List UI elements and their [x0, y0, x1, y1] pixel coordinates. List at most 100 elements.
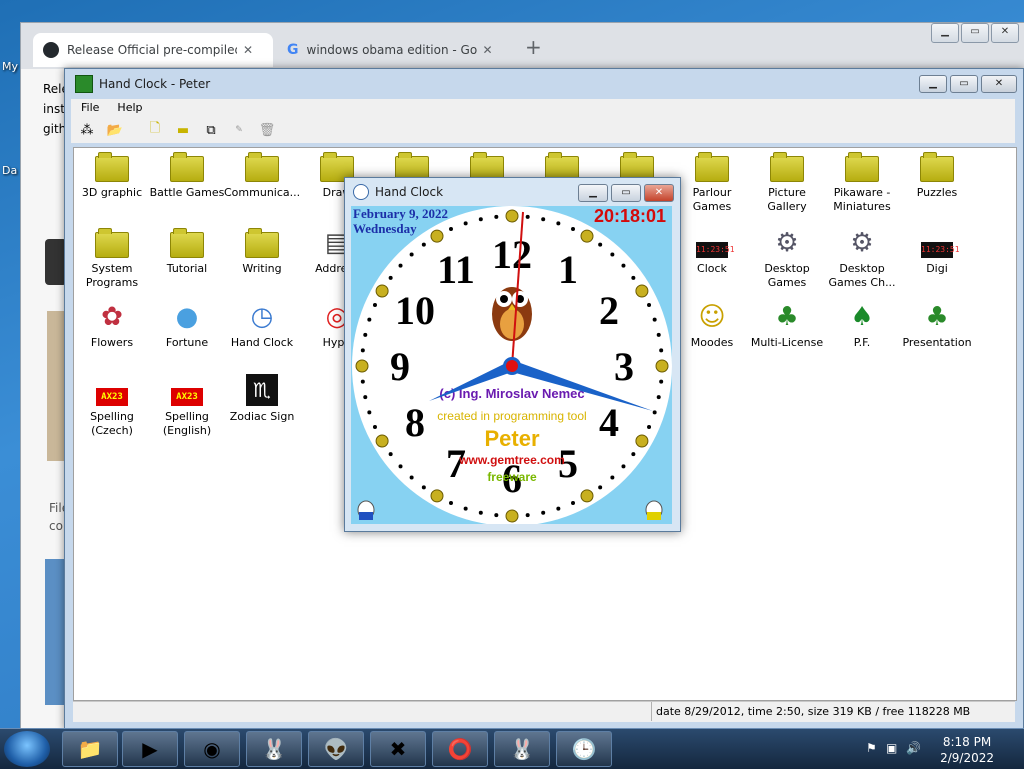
program-item[interactable]: 11:23:51 Digi: [899, 228, 975, 276]
open-folder-icon[interactable]: 📂: [103, 119, 127, 141]
window-controls: ▁ ▭ ✕: [916, 75, 1017, 93]
minute-tick: [367, 317, 372, 322]
x-app-icon[interactable]: ✖: [370, 731, 426, 767]
program-item[interactable]: Pikaware - Miniatures: [824, 152, 900, 214]
new-tab-button[interactable]: +: [525, 35, 542, 59]
taskbar-time: 8:18 PM: [942, 735, 992, 749]
program-item[interactable]: ♠ P.F.: [824, 302, 900, 350]
program-item[interactable]: Writing: [224, 228, 300, 276]
google-icon: G: [287, 42, 299, 58]
program-item[interactable]: Battle Games: [149, 152, 225, 200]
chrome-tab-google[interactable]: G windows obama edition - Google ✕: [277, 33, 517, 67]
program-item[interactable]: ✿ Flowers: [74, 302, 150, 350]
digital-clock-icon: 11:23:51: [921, 242, 960, 258]
hour-marker: [655, 359, 669, 373]
desktop-label-da[interactable]: Da: [2, 164, 17, 177]
program-item-label: Digi: [926, 262, 948, 275]
flower-icon: ✿: [101, 302, 123, 332]
program-item[interactable]: System Programs: [74, 228, 150, 290]
program-item[interactable]: ⚙ Desktop Games: [749, 228, 825, 290]
minute-tick: [494, 513, 499, 518]
program-item[interactable]: ♏ Zodiac Sign: [224, 374, 300, 424]
minute-tick: [556, 506, 561, 511]
hour-marker: [430, 229, 444, 243]
close-button[interactable]: ✕: [644, 184, 674, 202]
minute-tick: [652, 317, 657, 322]
chrome-icon[interactable]: ◉: [184, 731, 240, 767]
program-item[interactable]: AX23 Spelling (English): [149, 376, 225, 438]
minimize-button[interactable]: ▁: [931, 23, 959, 43]
program-item[interactable]: Tutorial: [149, 228, 225, 276]
new-file-icon[interactable]: 🗋: [143, 119, 167, 141]
program-item[interactable]: ♣ Multi-License: [749, 302, 825, 350]
program-item[interactable]: ♣ Presentation: [899, 302, 975, 350]
smiley-icon: ☺: [698, 302, 726, 332]
bunny-icon[interactable]: 🐰: [494, 731, 550, 767]
chrome-tabstrip: Release Official pre-compiled ins ✕ G wi…: [21, 23, 1024, 69]
rename-icon[interactable]: ✎: [227, 119, 251, 141]
program-item[interactable]: ☺ Moodes: [674, 302, 750, 350]
christmas-tree-icon: ♠: [850, 302, 874, 332]
bunny-icon[interactable]: 🐰: [246, 731, 302, 767]
alien-icon[interactable]: 👽: [308, 731, 364, 767]
new-folder-icon[interactable]: ▬: [171, 119, 195, 141]
explorer-icon[interactable]: 📁: [62, 731, 118, 767]
minute-tick: [541, 217, 546, 222]
peter-titlebar[interactable]: Hand Clock - Peter: [65, 69, 1023, 99]
desktop-label-my[interactable]: My: [2, 60, 18, 73]
close-button[interactable]: ✕: [981, 75, 1017, 93]
network-icon[interactable]: ▣: [886, 741, 897, 755]
chrome-window-controls: ▁ ▭ ✕: [929, 23, 1019, 43]
program-item-label: System Programs: [85, 262, 139, 289]
minute-tick: [525, 214, 530, 219]
minute-tick: [448, 226, 453, 231]
program-item[interactable]: ● Fortune: [149, 302, 225, 350]
program-item-label: Spelling (English): [162, 410, 212, 437]
minute-tick: [421, 242, 426, 247]
tree-icon[interactable]: ⁂: [75, 119, 99, 141]
donut-icon[interactable]: ⭕: [432, 731, 488, 767]
close-icon[interactable]: ✕: [243, 43, 253, 57]
close-button[interactable]: ✕: [991, 23, 1019, 43]
program-item[interactable]: AX23 Spelling (Czech): [74, 376, 150, 438]
clock-icon: [353, 184, 369, 200]
program-item[interactable]: 3D graphic: [74, 152, 150, 200]
media-player-icon[interactable]: ▶: [122, 731, 178, 767]
window-title: Hand Clock: [375, 185, 444, 199]
chrome-tab-release[interactable]: Release Official pre-compiled ins ✕: [33, 33, 273, 67]
maximize-button[interactable]: ▭: [611, 184, 641, 202]
program-item[interactable]: 11:23:51 Clock: [674, 228, 750, 276]
maximize-button[interactable]: ▭: [961, 23, 989, 43]
volume-icon[interactable]: 🔊: [906, 741, 921, 755]
program-item[interactable]: ◷ Hand Clock: [224, 302, 300, 350]
menu-file[interactable]: File: [71, 99, 107, 117]
trash-icon[interactable]: 🗑: [255, 119, 279, 141]
program-item-label: Pikaware - Miniatures: [833, 186, 891, 213]
menu-help[interactable]: Help: [107, 99, 150, 117]
freeware-text: freeware: [487, 470, 537, 484]
chrome-tab-label: Release Official pre-compiled ins: [67, 43, 237, 57]
program-item[interactable]: Communica...: [224, 152, 300, 200]
hour-number: 11: [437, 247, 475, 292]
program-item[interactable]: Puzzles: [899, 152, 975, 200]
close-icon[interactable]: ✕: [483, 43, 493, 57]
created-text: created in programming tool: [437, 409, 586, 423]
program-item-label: Hand Clock: [230, 336, 294, 349]
hour-marker: [375, 284, 389, 298]
program-item[interactable]: Picture Gallery: [749, 152, 825, 214]
taskbar-clock[interactable]: 8:18 PM 2/9/2022: [940, 734, 994, 766]
clock-face: February 9, 2022 Wednesday 20:18:01 12 1 2…: [351, 206, 672, 524]
hour-marker: [580, 489, 594, 503]
flag-icon[interactable]: ⚑: [866, 741, 877, 755]
copy-icon[interactable]: ⧉: [199, 119, 223, 141]
folder-icon: [770, 152, 804, 182]
minimize-button[interactable]: ▁: [578, 184, 608, 202]
hour-number: 2: [599, 288, 619, 333]
clock-icon[interactable]: 🕒: [556, 731, 612, 767]
program-item[interactable]: Parlour Games: [674, 152, 750, 214]
minimize-button[interactable]: ▁: [919, 75, 947, 93]
program-item[interactable]: ⚙ Desktop Games Ch...: [824, 228, 900, 290]
app-icon: [75, 75, 93, 93]
start-button[interactable]: [4, 731, 50, 767]
maximize-button[interactable]: ▭: [950, 75, 978, 93]
